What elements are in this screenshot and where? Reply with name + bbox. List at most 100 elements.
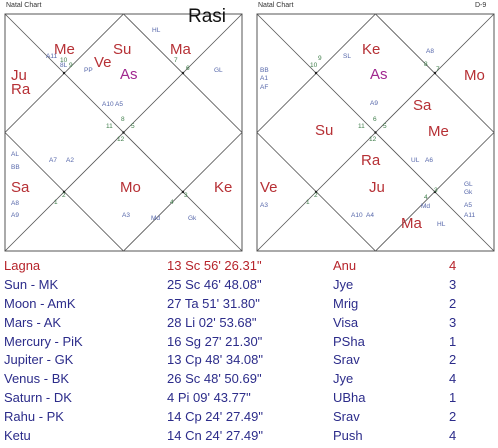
planet-name: Moon - AmK [4, 295, 76, 311]
planet-longitude: 26 Sc 48' 50.69" [167, 371, 262, 387]
planet-nakshatra: Push [333, 427, 363, 443]
d9-planet-su: Su [315, 122, 334, 139]
planet-longitude: 28 Li 02' 53.68" [167, 314, 257, 330]
d9-house-number: 2 [314, 192, 318, 199]
d9-chart-frame [256, 13, 495, 252]
table-row: Lagna 13 Sc 56' 26.31" Anu 4 [0, 256, 498, 275]
rasi-note: HL [152, 27, 161, 34]
rasi-planet-as: As [120, 66, 138, 83]
rasi-note: Gk [188, 215, 197, 222]
rasi-planet-me: Me [54, 41, 75, 58]
table-row: Mercury - PiK 16 Sg 27' 21.30" PSha 1 [0, 332, 498, 351]
d9-planet-ve: Ve [260, 179, 278, 196]
d9-note: Md [421, 203, 431, 210]
d9-planet-ke: Ke [362, 41, 381, 58]
d9-note: A1 [260, 75, 268, 82]
rasi-note: A9 [11, 212, 19, 219]
rasi-note: BB [11, 164, 20, 171]
d9-house-number: 1 [306, 199, 310, 206]
rasi-planet-ra: Ra [11, 81, 31, 98]
planet-nakshatra: Jye [333, 276, 354, 292]
rasi-house-number: 12 [117, 136, 125, 143]
d9-house-number: 9 [318, 55, 322, 62]
d9-note: UL [411, 157, 420, 164]
rasi-planet-sa: Sa [11, 179, 30, 196]
planet-name: Sun - MK [4, 276, 59, 292]
d9-planet-ra: Ra [361, 152, 381, 169]
d9-house-number: 4 [424, 194, 428, 201]
rasi-note: A7 [49, 157, 57, 164]
planet-nakshatra: PSha [333, 333, 365, 349]
planet-name: Venus - BK [4, 371, 70, 387]
planet-longitude: 14 Cp 24' 27.49" [167, 409, 264, 425]
rasi-planet-ve: Ve [94, 54, 112, 71]
planet-pada: 4 [449, 257, 457, 273]
rasi-note: A11 [46, 53, 58, 60]
planet-pada: 4 [449, 427, 457, 443]
d9-planet-as: As [370, 66, 388, 83]
planet-pada: 3 [449, 276, 457, 292]
planet-longitude: 14 Cn 24' 27.49" [167, 427, 264, 443]
rasi-house-number: 3 [184, 192, 188, 199]
table-row: Moon - AmK 27 Ta 51' 31.80" Mrig 2 [0, 294, 498, 313]
planet-longitude: 13 Cp 48' 34.08" [167, 352, 264, 368]
d9-house-number: 8 [424, 61, 428, 68]
rasi-note: Md [151, 215, 161, 222]
rasi-note: A3 [122, 212, 130, 219]
d9-note: Gk [464, 189, 473, 196]
planet-pada: 2 [449, 295, 457, 311]
d9-house-number: 7 [436, 66, 440, 73]
rasi-planet-su: Su [113, 41, 132, 58]
d9-chart: Natal Chart D-9 Ke As Mo Su Sa Me Ra Ju … [254, 0, 497, 252]
rasi-house-number: 4 [170, 199, 174, 206]
d9-note: BB [260, 67, 269, 74]
rasi-heading: Rasi [188, 6, 227, 27]
planet-name: Mercury - PiK [4, 333, 83, 349]
table-row: Jupiter - GK 13 Cp 48' 34.08" Srav 2 [0, 350, 498, 369]
planet-name: Lagna [4, 257, 41, 273]
planet-longitude: 4 Pi 09' 43.77" [167, 390, 251, 406]
planet-name: Saturn - DK [4, 390, 72, 406]
planet-nakshatra: Visa [333, 314, 359, 330]
d9-house-number: 12 [369, 136, 377, 143]
planet-nakshatra: Srav [333, 352, 360, 368]
d9-planet-ju: Ju [369, 179, 385, 196]
rasi-house-number: 11 [106, 123, 113, 130]
rasi-planet-ke: Ke [214, 179, 233, 196]
planet-pada: 1 [449, 390, 457, 406]
table-row: Venus - BK 26 Sc 48' 50.69" Jye 4 [0, 369, 498, 388]
rasi-house-number: 10 [60, 57, 68, 64]
planet-name: Ketu [4, 427, 31, 443]
planet-longitude: 13 Sc 56' 26.31" [167, 257, 262, 273]
d9-note: AF [260, 84, 269, 91]
rasi-note: A10 [102, 101, 114, 108]
planet-nakshatra: Anu [333, 257, 357, 273]
d9-note: A5 [464, 202, 472, 209]
rasi-planet-mo: Mo [120, 179, 141, 196]
planet-nakshatra: Jye [333, 371, 354, 387]
d9-note: A3 [260, 202, 268, 209]
rasi-house-number: 5 [131, 123, 135, 130]
rasi-chart: Natal Chart Rasi Me Ve Su Ma As Ju Ra Sa… [2, 0, 245, 252]
d9-note: A8 [426, 48, 434, 55]
planet-nakshatra: Mrig [333, 295, 359, 311]
table-row: Mars - AK 28 Li 02' 53.68" Visa 3 [0, 313, 498, 332]
rasi-house-number: 7 [174, 57, 178, 64]
rasi-house-number: 6 [186, 65, 190, 72]
planet-pada: 3 [449, 314, 457, 330]
rasi-note: A2 [66, 157, 74, 164]
planet-name: Mars - AK [4, 314, 62, 330]
planet-pada: 2 [449, 352, 457, 368]
planet-pada: 2 [449, 409, 457, 425]
rasi-house-number: 8 [121, 116, 125, 123]
rasi-note: A8 [11, 200, 19, 207]
d9-house-number: 3 [434, 187, 438, 194]
planet-pada: 1 [449, 333, 457, 349]
planet-longitude: 16 Sg 27' 21.30" [167, 333, 263, 349]
d9-note: A10 [351, 212, 363, 219]
table-row: Ketu 14 Cn 24' 27.49" Push 4 [0, 426, 498, 445]
planet-positions-table: Lagna 13 Sc 56' 26.31" Anu 4 Sun - MK 25… [0, 256, 498, 445]
table-row: Rahu - PK 14 Cp 24' 27.49" Srav 2 [0, 407, 498, 426]
planet-nakshatra: UBha [333, 390, 366, 406]
table-row: Saturn - DK 4 Pi 09' 43.77" UBha 1 [0, 388, 498, 407]
